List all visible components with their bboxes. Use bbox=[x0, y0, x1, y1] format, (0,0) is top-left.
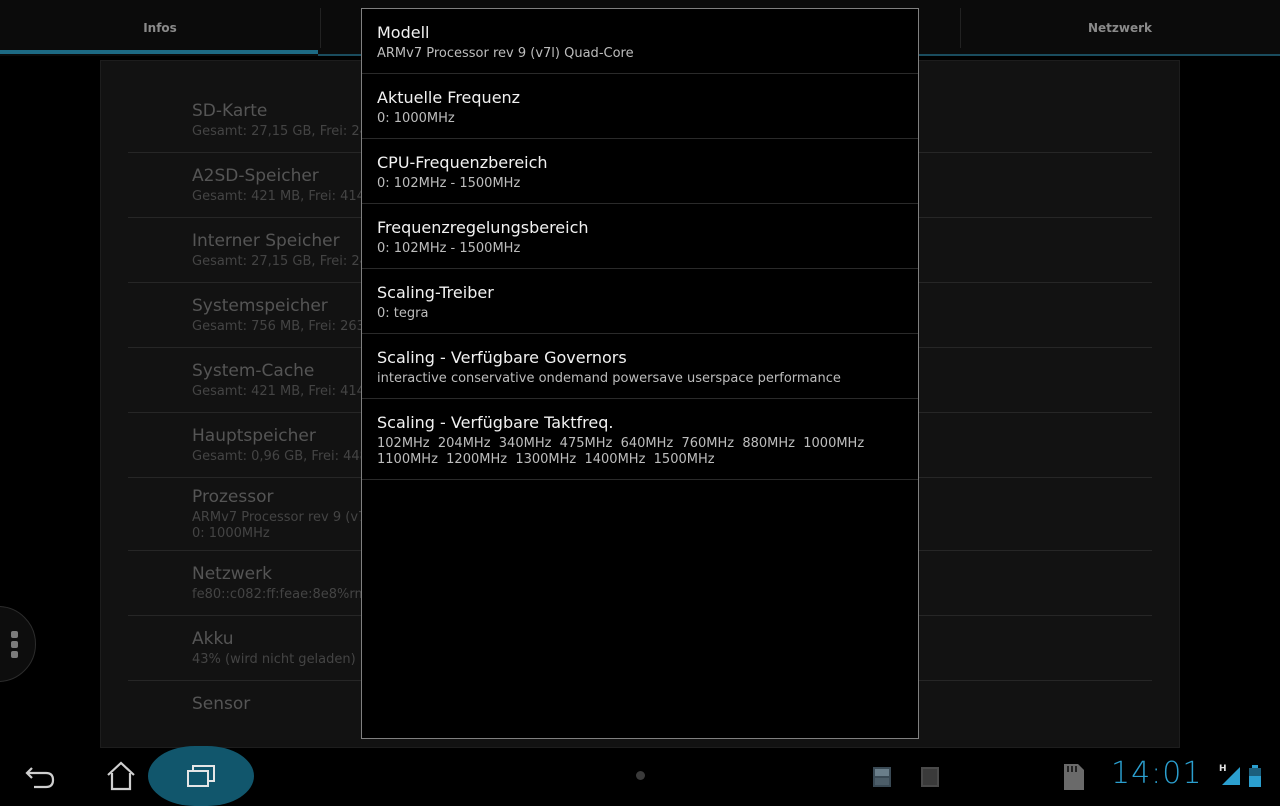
row-value: 102MHz 204MHz 340MHz 475MHz 640MHz 760MH… bbox=[377, 436, 865, 451]
menu-dot bbox=[11, 641, 18, 648]
back-arrow-icon[interactable] bbox=[24, 762, 56, 790]
signal-icon bbox=[1222, 767, 1240, 785]
dialog-row-scaling-treiber[interactable]: Scaling-Treiber 0: tegra bbox=[362, 269, 918, 334]
dialog-row-cpu-frequenzbereich[interactable]: CPU-Frequenzbereich 0: 102MHz - 1500MHz bbox=[362, 139, 918, 204]
menu-dot bbox=[11, 631, 18, 638]
dialog-row-taktfreq[interactable]: Scaling - Verfügbare Taktfreq. 102MHz 20… bbox=[362, 399, 918, 480]
recent-apps-icon[interactable] bbox=[185, 762, 217, 790]
home-icon[interactable] bbox=[105, 760, 137, 792]
row-title: Scaling - Verfügbare Taktfreq. bbox=[377, 413, 614, 432]
center-indicator bbox=[636, 771, 645, 780]
row-value: 1100MHz 1200MHz 1300MHz 1400MHz 1500MHz bbox=[377, 452, 715, 467]
notification-icon[interactable] bbox=[920, 766, 940, 788]
row-value: 0: 102MHz - 1500MHz bbox=[377, 241, 521, 256]
battery-icon bbox=[1249, 765, 1261, 787]
row-title: Scaling - Verfügbare Governors bbox=[377, 348, 627, 367]
row-value: 0: 1000MHz bbox=[377, 111, 455, 126]
tab-infos[interactable]: Infos bbox=[0, 0, 320, 54]
dialog-row-aktuelle-frequenz[interactable]: Aktuelle Frequenz 0: 1000MHz bbox=[362, 74, 918, 139]
row-value: 0: 102MHz - 1500MHz bbox=[377, 176, 521, 191]
row-value: interactive conservative ondemand powers… bbox=[377, 371, 841, 386]
row-title: Aktuelle Frequenz bbox=[377, 88, 521, 107]
dialog-row-modell[interactable]: Modell ARMv7 Processor rev 9 (v7l) Quad-… bbox=[362, 9, 918, 74]
row-title: CPU-Frequenzbereich bbox=[377, 153, 548, 172]
row-value: 0: tegra bbox=[377, 306, 429, 321]
row-title: Scaling-Treiber bbox=[377, 283, 494, 302]
row-value: ARMv7 Processor rev 9 (v7l) Quad-Core bbox=[377, 46, 634, 61]
row-title: Frequenzregelungsbereich bbox=[377, 218, 589, 237]
dialog-row-governors[interactable]: Scaling - Verfügbare Governors interacti… bbox=[362, 334, 918, 399]
overflow-menu-icon[interactable] bbox=[0, 606, 36, 682]
tab-selected-indicator bbox=[0, 50, 318, 54]
dialog-row-frequenzregelungsbereich[interactable]: Frequenzregelungsbereich 0: 102MHz - 150… bbox=[362, 204, 918, 269]
cpu-details-dialog: Modell ARMv7 Processor rev 9 (v7l) Quad-… bbox=[361, 8, 919, 739]
menu-dot bbox=[11, 651, 18, 658]
tab-netzwerk[interactable]: Netzwerk bbox=[960, 0, 1280, 54]
row-title: Modell bbox=[377, 23, 430, 42]
tab-divider bbox=[320, 8, 321, 48]
notification-icon[interactable] bbox=[872, 766, 892, 788]
status-clock: 14:01 bbox=[1111, 756, 1203, 791]
sd-card-icon bbox=[1064, 764, 1084, 790]
